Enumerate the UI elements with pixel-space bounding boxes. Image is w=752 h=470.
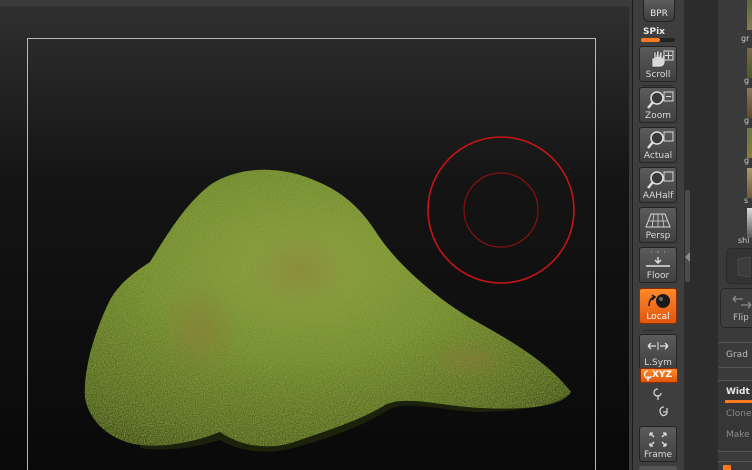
- frame-label: Frame: [643, 450, 673, 460]
- next-shelf-button[interactable]: [639, 466, 677, 470]
- rotate-y-icon[interactable]: [651, 387, 665, 401]
- persp-label: Persp: [645, 231, 671, 241]
- right-shelf: BPR SPix Scroll Zoom Actual AAHalf Persp…: [632, 0, 685, 470]
- spix-slider-fill: [641, 38, 660, 42]
- perspective-grid-icon: [645, 213, 671, 228]
- material-thumbnail[interactable]: [747, 88, 752, 118]
- material-thumbnail[interactable]: [747, 168, 752, 198]
- bpr-button[interactable]: BPR: [643, 0, 675, 22]
- shelf-divider: [643, 85, 673, 86]
- clone-label: Clone: [726, 409, 752, 419]
- zoom-label: Zoom: [645, 111, 671, 121]
- magnifier-aahalf-icon: [647, 171, 674, 189]
- xyz-button[interactable]: XYZ: [640, 368, 678, 383]
- local-symmetry-icon: [647, 342, 669, 350]
- spix-label: SPix: [643, 27, 665, 37]
- zoom-button[interactable]: Zoom: [639, 87, 677, 123]
- flip-h-button[interactable]: Flip H: [720, 288, 752, 328]
- frame-button[interactable]: Frame: [639, 426, 677, 462]
- tray-disabled-button[interactable]: [726, 248, 752, 284]
- make-label: Make: [726, 430, 750, 440]
- tray-label: g: [744, 76, 750, 85]
- material-thumbnail[interactable]: [747, 128, 752, 158]
- tray-label: gr: [741, 34, 750, 43]
- grad-label: Grad: [726, 350, 748, 360]
- local-button[interactable]: Local: [639, 288, 677, 324]
- tray-label: g: [744, 156, 750, 165]
- geometry-subpanel: Widt Clone Make: [718, 380, 752, 452]
- flip-horizontal-icon: [732, 295, 752, 309]
- floor-label: Floor: [646, 271, 670, 281]
- persp-button[interactable]: Persp: [639, 207, 677, 243]
- tray-label: g: [744, 116, 750, 125]
- flip-icon: [737, 256, 751, 278]
- actual-button[interactable]: Actual: [639, 127, 677, 163]
- shelf-divider: [643, 330, 673, 331]
- width-slider[interactable]: [725, 400, 752, 403]
- hand-scroll-icon: [651, 50, 674, 68]
- magnifier-actual-icon: [647, 131, 674, 149]
- bpr-label: BPR: [650, 9, 668, 19]
- grad-button[interactable]: Grad: [718, 342, 752, 368]
- zbrush-window: BPR SPix Scroll Zoom Actual AAHalf Persp…: [0, 0, 752, 470]
- floor-button[interactable]: Floor: [639, 247, 677, 283]
- magnifier-zoom-icon: [647, 91, 674, 109]
- tray-gutter: [684, 0, 718, 470]
- floor-grid-icon: [646, 251, 670, 267]
- width-label: Widt: [726, 387, 750, 397]
- scroll-label: Scroll: [645, 70, 671, 80]
- material-thumbnail[interactable]: [747, 208, 752, 238]
- aahalf-label: AAHalf: [642, 191, 674, 201]
- tray-label: s: [744, 196, 749, 205]
- xyz-label: XYZ: [652, 370, 672, 380]
- frame-mesh-icon: [649, 432, 667, 447]
- tray-toggle[interactable]: [723, 465, 731, 470]
- tray-label: shi: [738, 236, 750, 245]
- material-thumbnail[interactable]: [747, 48, 752, 78]
- rotate-z-icon[interactable]: [657, 405, 671, 419]
- actual-label: Actual: [643, 151, 673, 161]
- flip-h-label: Flip H: [733, 313, 752, 323]
- brush-cursor: [427, 136, 575, 284]
- lsym-label: L.Sym: [644, 358, 672, 368]
- local-transform-icon: [648, 294, 670, 308]
- lsym-button[interactable]: L.Sym: [639, 334, 677, 370]
- spix-slider[interactable]: [641, 38, 675, 42]
- collapse-tray-arrow[interactable]: [685, 252, 690, 262]
- shelf-scrollbar[interactable]: [685, 190, 690, 282]
- right-tray: gr g g g s shi Flip H Grad Widt Clone: [718, 0, 752, 470]
- brush-outer-ring: [427, 136, 575, 284]
- material-thumbnail[interactable]: [747, 0, 752, 30]
- scroll-button[interactable]: Scroll: [639, 46, 677, 82]
- local-label: Local: [646, 312, 670, 322]
- tray-next-button[interactable]: [718, 461, 752, 470]
- brush-inner-ring: [463, 172, 539, 248]
- aahalf-button[interactable]: AAHalf: [639, 167, 677, 203]
